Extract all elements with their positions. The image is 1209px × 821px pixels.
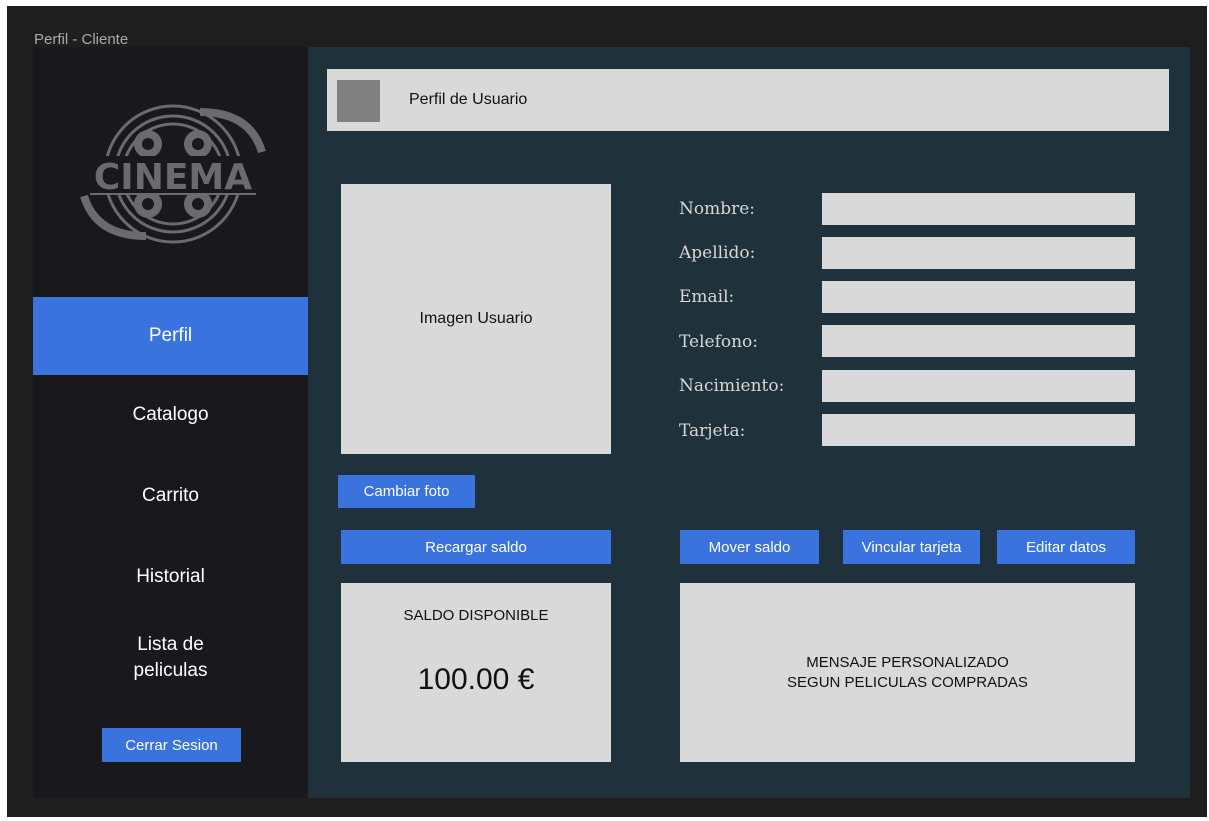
sidebar-item-label: Lista de — [137, 634, 204, 655]
sidebar-item-label: Historial — [136, 566, 205, 587]
message-line: SEGUN PELICULAS COMPRADAS — [787, 673, 1028, 691]
edit-data-button[interactable]: Editar datos — [997, 530, 1135, 564]
personalized-message-panel: MENSAJE PERSONALIZADO SEGUN PELICULAS CO… — [680, 583, 1135, 762]
sidebar-item-carrito[interactable]: Carrito — [33, 457, 308, 535]
field-label-tarjeta: Tarjeta: — [679, 421, 746, 441]
balance-panel: SALDO DISPONIBLE 100.00 € — [341, 583, 611, 762]
user-image-placeholder: Imagen Usuario — [341, 184, 611, 454]
tarjeta-field[interactable] — [822, 414, 1135, 446]
sidebar-item-label: Perfil — [148, 325, 193, 346]
field-label-telefono: Telefono: — [679, 332, 759, 352]
header-avatar — [337, 80, 380, 122]
field-label-email: Email: — [679, 287, 735, 307]
move-balance-button[interactable]: Mover saldo — [680, 530, 819, 564]
balance-label: SALDO DISPONIBLE — [403, 607, 549, 624]
recharge-balance-button[interactable]: Recargar saldo — [341, 530, 611, 564]
main-panel: Perfil de Usuario Imagen Usuario Cambiar… — [308, 47, 1190, 798]
cinema-logo: CINEMA — [80, 82, 266, 257]
sidebar-item-perfil[interactable]: Perfil — [33, 297, 308, 375]
nombre-field[interactable] — [822, 193, 1135, 225]
email-field[interactable] — [822, 281, 1135, 313]
sidebar-item-catalogo[interactable]: Catalogo — [33, 376, 308, 454]
sidebar-item-label: Carrito — [141, 485, 199, 506]
change-photo-button[interactable]: Cambiar foto — [338, 475, 475, 508]
sidebar-item-label: Catalogo — [132, 404, 209, 425]
field-label-apellido: Apellido: — [679, 243, 756, 263]
film-reel-icon: CINEMA — [80, 104, 266, 244]
logo-text: CINEMA — [94, 157, 252, 198]
user-image-label: Imagen Usuario — [419, 310, 533, 327]
balance-value: 100.00 € — [417, 663, 535, 696]
page-title: Perfil de Usuario — [409, 91, 528, 108]
message-line: MENSAJE PERSONALIZADO — [806, 653, 1009, 671]
sidebar-item-historial[interactable]: Historial — [33, 538, 308, 616]
sidebar: CINEMA Perfil Catalogo Carrito Historial… — [33, 47, 308, 798]
nacimiento-field[interactable] — [822, 370, 1135, 402]
apellido-field[interactable] — [822, 237, 1135, 269]
page-header: Perfil de Usuario — [327, 69, 1169, 131]
logout-button[interactable]: Cerrar Sesion — [102, 728, 241, 762]
sidebar-item-label: peliculas — [133, 660, 208, 681]
window-title: Perfil - Cliente — [34, 31, 129, 48]
field-label-nombre: Nombre: — [679, 199, 756, 219]
field-label-nacimiento: Nacimiento: — [679, 376, 785, 396]
sidebar-item-lista-peliculas[interactable]: Lista de peliculas — [33, 619, 308, 697]
telefono-field[interactable] — [822, 325, 1135, 357]
link-card-button[interactable]: Vincular tarjeta — [843, 530, 980, 564]
